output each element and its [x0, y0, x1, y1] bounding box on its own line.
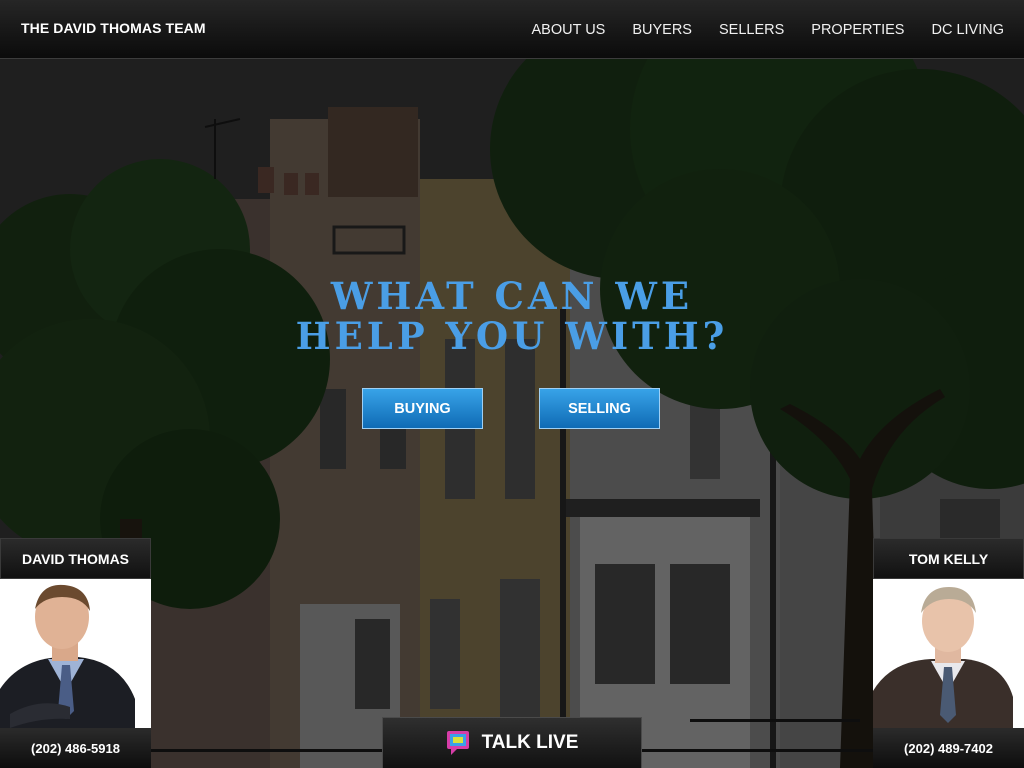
nav-sellers[interactable]: SELLERS — [719, 22, 784, 38]
agent-photo — [0, 579, 151, 728]
agent-phone[interactable]: (202) 486-5918 — [0, 728, 151, 768]
headline-line-2: HELP YOU WITH? — [295, 314, 729, 358]
hero-overlay — [0, 59, 1024, 768]
hero-section: WHAT CAN WE HELP YOU WITH? BUYING SELLIN… — [0, 59, 1024, 768]
main-nav: ABOUT US BUYERS SELLERS PROPERTIES DC LI… — [504, 0, 1024, 59]
hero-headline: WHAT CAN WE HELP YOU WITH? — [0, 276, 1024, 356]
nav-dc-living[interactable]: DC LIVING — [931, 22, 1004, 38]
buying-button[interactable]: BUYING — [362, 388, 483, 429]
agent-portrait-image — [0, 579, 151, 728]
site-header: THE DAVID THOMAS TEAM ABOUT US BUYERS SE… — [0, 0, 1024, 59]
nav-properties[interactable]: PROPERTIES — [811, 22, 904, 38]
agent-phone[interactable]: (202) 489-7402 — [873, 728, 1024, 768]
agent-photo — [873, 579, 1024, 728]
agent-name: TOM KELLY — [873, 538, 1024, 579]
agent-name: DAVID THOMAS — [0, 538, 151, 579]
selling-button[interactable]: SELLING — [539, 388, 660, 429]
agent-portrait-image — [873, 579, 1024, 728]
talk-live-label: TALK LIVE — [481, 732, 579, 753]
agent-card-tom-kelly[interactable]: TOM KELLY (202) 489-7402 — [873, 538, 1024, 768]
site-logo[interactable]: THE DAVID THOMAS TEAM — [21, 20, 206, 36]
headline-line-1: WHAT CAN WE — [330, 274, 694, 318]
nav-buyers[interactable]: BUYERS — [632, 22, 692, 38]
nav-about-us[interactable]: ABOUT US — [531, 22, 605, 38]
talk-live-button[interactable]: TALK LIVE — [382, 717, 642, 768]
agent-card-david-thomas[interactable]: DAVID THOMAS (202) 486-5918 — [0, 538, 151, 768]
chat-bubble-icon — [446, 731, 469, 755]
